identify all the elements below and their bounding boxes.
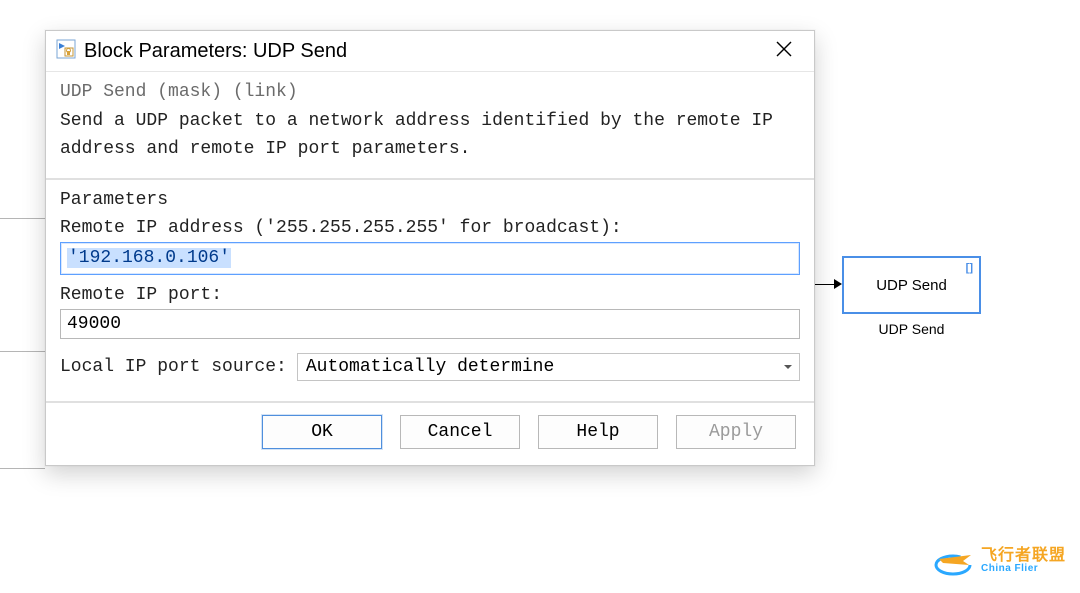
canvas-line — [0, 218, 45, 219]
watermark-logo: 飞行者联盟 China Flier — [933, 545, 1066, 577]
canvas-line — [0, 468, 45, 469]
remote-port-label: Remote IP port: — [60, 285, 800, 305]
local-port-source-row: Local IP port source: Automatically dete… — [60, 353, 800, 381]
cancel-button[interactable]: Cancel — [400, 415, 520, 449]
delay-badge: [] — [966, 262, 973, 274]
remote-ip-input[interactable]: '192.168.0.106' — [60, 242, 800, 275]
canvas-line — [0, 351, 45, 352]
remote-port-input[interactable] — [60, 309, 800, 339]
mask-info-section: UDP Send (mask) (link) Send a UDP packet… — [46, 72, 814, 180]
help-button[interactable]: Help — [538, 415, 658, 449]
remote-ip-row: Remote IP address ('255.255.255.255' for… — [60, 218, 800, 275]
block-input-arrow — [834, 279, 842, 289]
logo-text-cn: 飞行者联盟 — [981, 548, 1066, 564]
apply-button[interactable]: Apply — [676, 415, 796, 449]
dialog-titlebar[interactable]: Block Parameters: UDP Send — [46, 31, 814, 72]
local-port-source-select[interactable]: Automatically determine — [297, 353, 800, 381]
plane-icon — [933, 545, 975, 577]
parameters-section: Parameters Remote IP address ('255.255.2… — [46, 180, 814, 403]
dialog-icon — [56, 39, 76, 64]
udp-send-block[interactable]: [] UDP Send — [842, 256, 981, 314]
remote-ip-label: Remote IP address ('255.255.255.255' for… — [60, 218, 800, 238]
block-inner-label: UDP Send — [876, 277, 947, 294]
close-button[interactable] — [768, 37, 800, 65]
mask-type-line: UDP Send (mask) (link) — [60, 82, 800, 102]
local-port-source-label: Local IP port source: — [60, 357, 287, 377]
remote-port-row: Remote IP port: — [60, 285, 800, 339]
block-parameters-dialog: Block Parameters: UDP Send UDP Send (mas… — [45, 30, 815, 466]
parameters-heading: Parameters — [60, 190, 800, 210]
dialog-button-bar: OK Cancel Help Apply — [46, 403, 814, 465]
mask-description: Send a UDP packet to a network address i… — [60, 108, 800, 164]
dialog-title: Block Parameters: UDP Send — [84, 40, 347, 63]
logo-text-en: China Flier — [981, 564, 1066, 574]
block-name-label: UDP Send — [842, 321, 981, 337]
block-input-line — [815, 284, 835, 285]
ok-button[interactable]: OK — [262, 415, 382, 449]
